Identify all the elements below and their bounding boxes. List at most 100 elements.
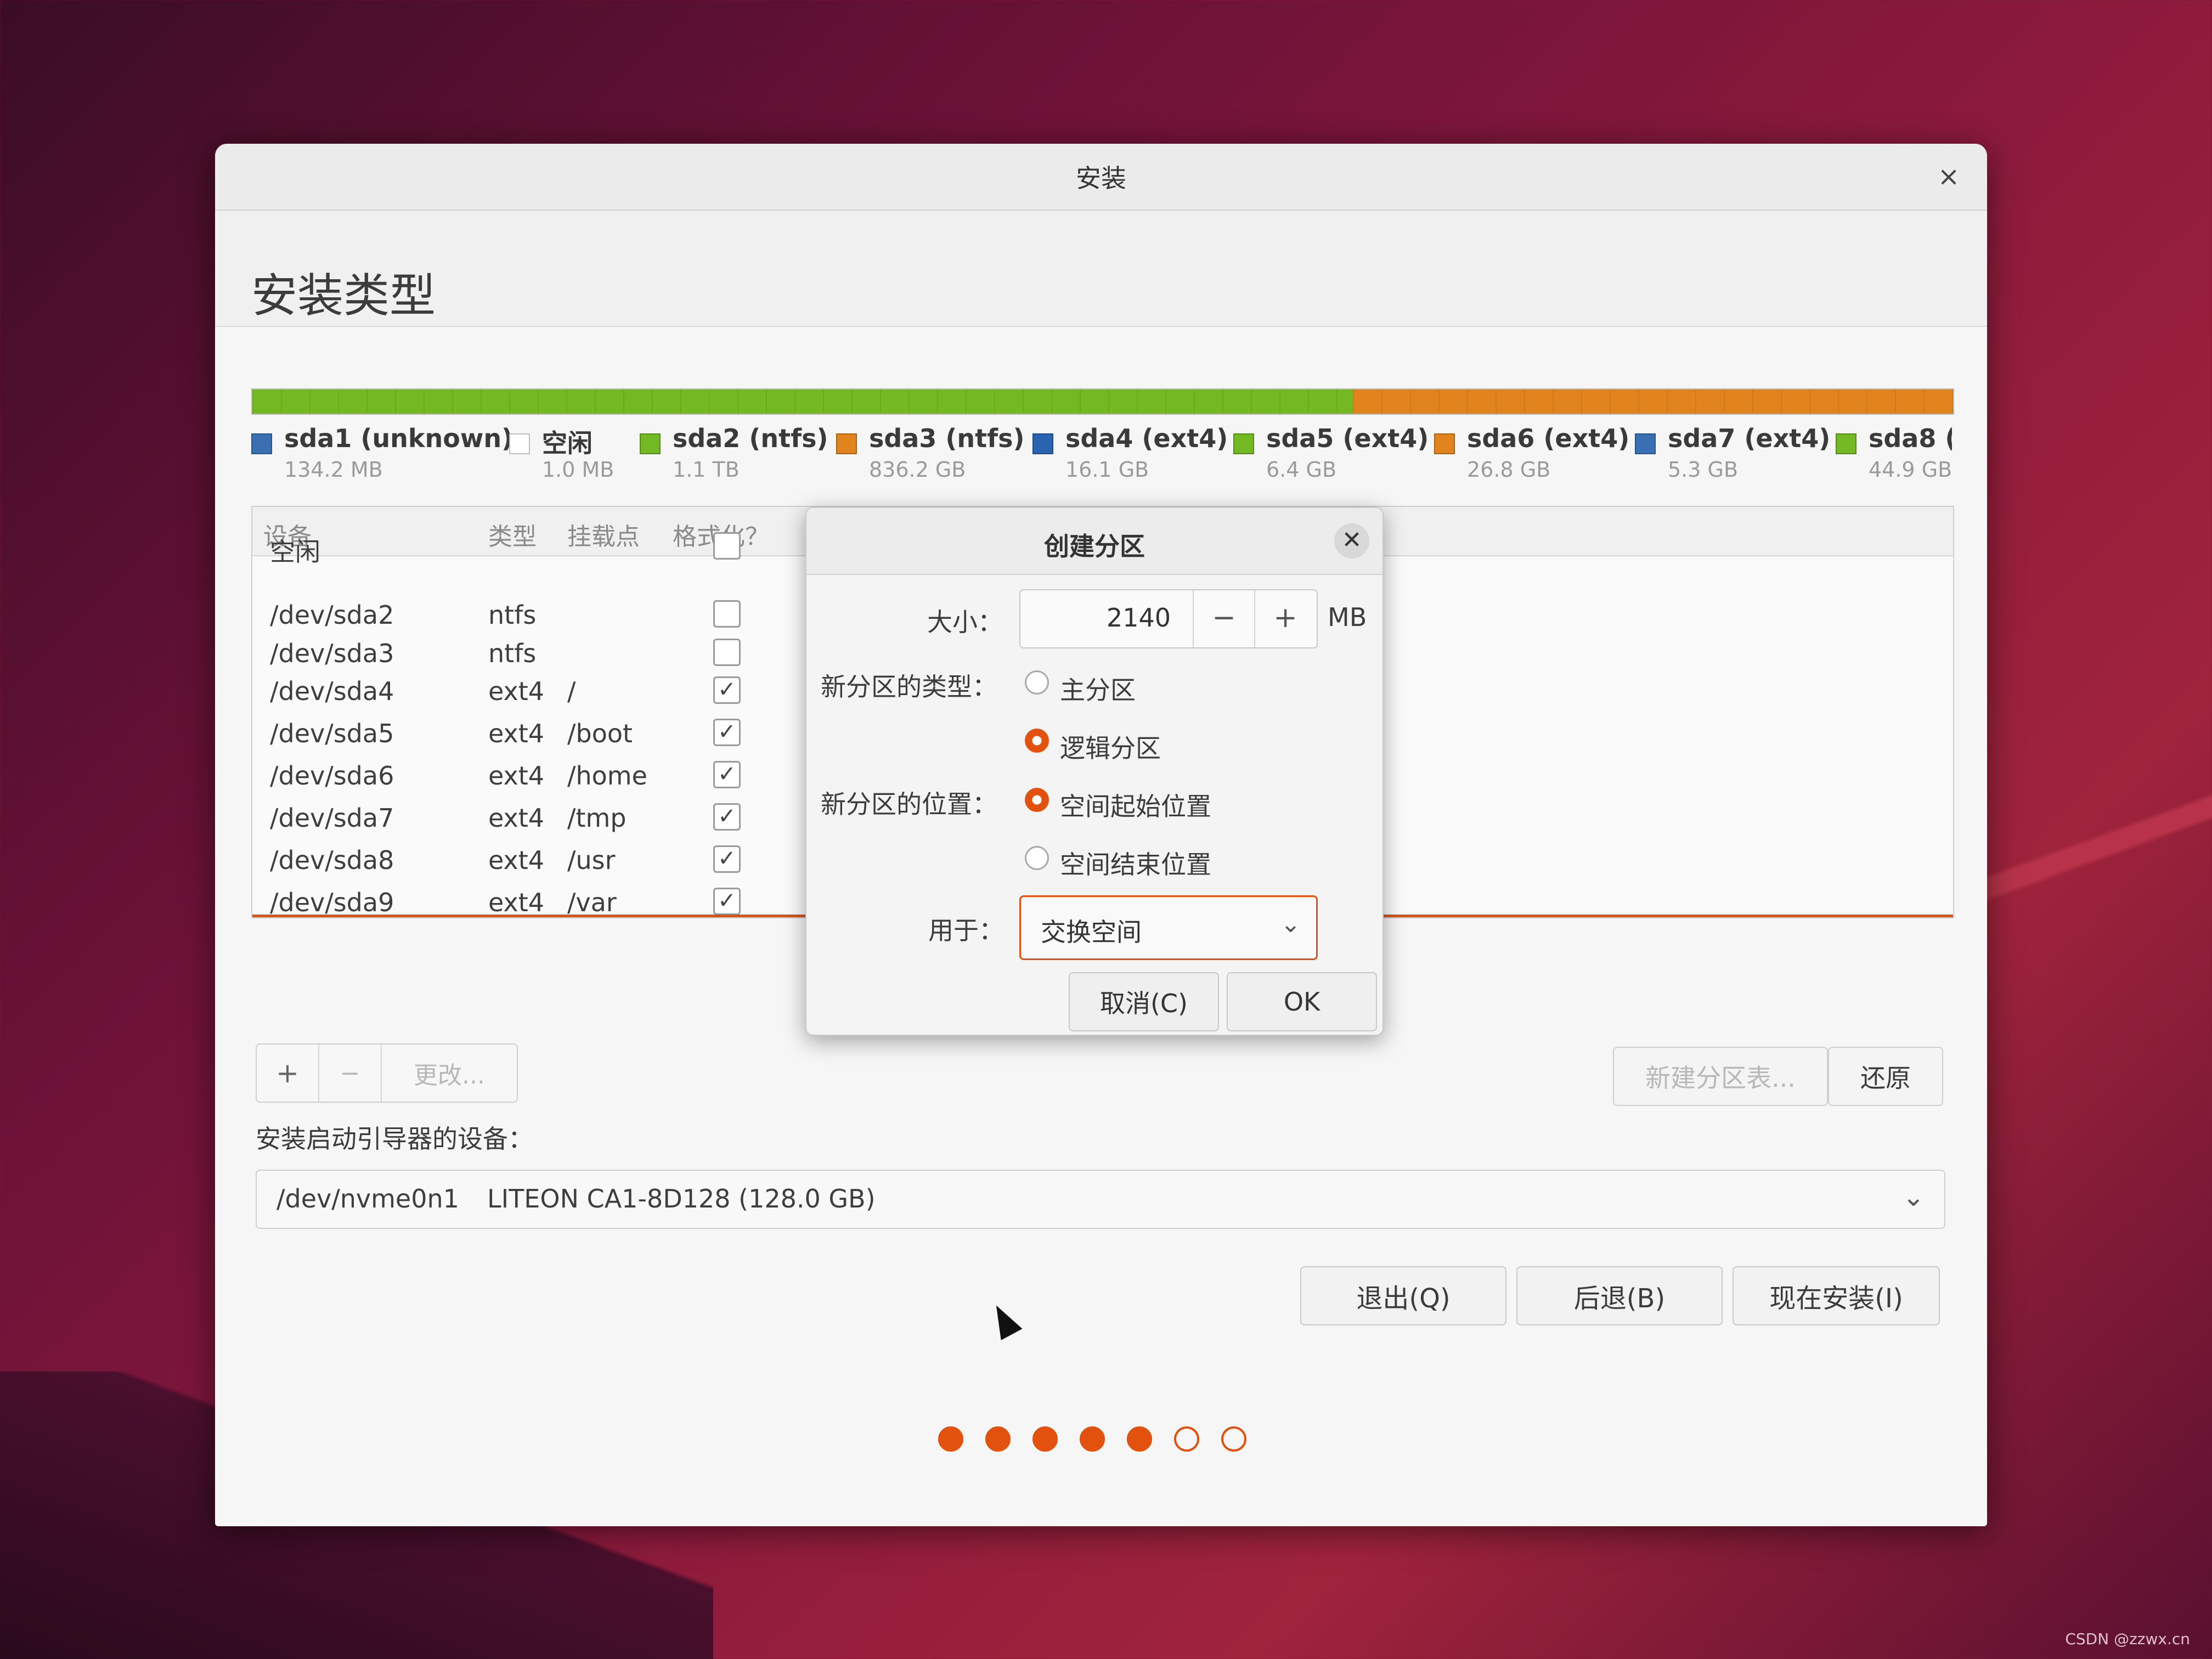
legend-size: 44.9 GB: [1869, 458, 1952, 482]
primary-option-label[interactable]: 主分区: [1060, 670, 1136, 707]
format-checkbox[interactable]: ✓: [713, 803, 741, 831]
format-checkbox[interactable]: ✓: [713, 888, 741, 916]
dialog-title-bar: 创建分区 ✕: [806, 508, 1383, 575]
size-label: 大小：: [927, 607, 1003, 637]
remove-partition-button[interactable]: −: [319, 1045, 382, 1102]
row-type: ext4: [488, 719, 545, 749]
legend-size: 6.4 GB: [1266, 458, 1337, 482]
legend-name: sda4 (ext4): [1065, 424, 1228, 453]
progress-dot: [1032, 1426, 1058, 1452]
legend-name: sda2 (ntfs): [673, 424, 828, 453]
row-mount: /: [567, 676, 576, 706]
legend-swatch: [1836, 433, 1857, 454]
progress-dot: [938, 1426, 963, 1452]
ok-button[interactable]: OK: [1227, 972, 1377, 1031]
format-checkbox[interactable]: ✓: [713, 845, 741, 873]
legend-name: sda7 (ext4): [1668, 424, 1831, 453]
row-type: ext4: [488, 761, 545, 791]
back-button[interactable]: 后退(B): [1516, 1266, 1723, 1325]
logical-option-label[interactable]: 逻辑分区: [1060, 729, 1161, 765]
partition-bar-segment: [1352, 390, 1953, 414]
row-type: ext4: [488, 888, 545, 918]
page-title: 安装类型: [251, 269, 436, 323]
row-mount: /boot: [567, 719, 633, 749]
progress-dot: [1221, 1426, 1246, 1452]
primary-radio[interactable]: [1025, 670, 1049, 695]
chevron-down-icon: ⌄: [1280, 910, 1301, 938]
location-end-radio[interactable]: [1025, 846, 1049, 870]
boot-device-model: LITEON CA1-8D128 (128.0 GB): [487, 1184, 876, 1214]
row-type: ext4: [488, 803, 545, 833]
legend-name: 空闲: [542, 428, 592, 458]
legend-name: sda5 (ext4): [1266, 424, 1429, 453]
legend-name: sda1 (unknown): [284, 424, 514, 453]
chevron-down-icon: ⌄: [1902, 1182, 1925, 1212]
row-device: /dev/sda4: [270, 676, 394, 706]
row-device: /dev/sda2: [270, 600, 394, 630]
legend-size: 1.1 TB: [673, 458, 740, 482]
size-decrease-button[interactable]: −: [1194, 590, 1255, 647]
legend-swatch: [1032, 433, 1053, 454]
partition-location-label: 新分区的位置：: [821, 789, 997, 819]
progress-dot: [985, 1426, 1011, 1452]
format-checkbox[interactable]: [713, 600, 741, 628]
quit-button[interactable]: 退出(Q): [1300, 1266, 1506, 1325]
legend-name: sda6 (ext4): [1467, 424, 1630, 453]
use-as-value: 交换空间: [1041, 917, 1142, 947]
install-now-button[interactable]: 现在安装(I): [1733, 1266, 1940, 1325]
change-partition-button[interactable]: 更改...: [382, 1045, 517, 1102]
row-device: /dev/sda5: [270, 719, 394, 749]
row-device: /dev/sda3: [270, 639, 394, 669]
header-area: [215, 211, 1987, 327]
legend-swatch: [1635, 433, 1656, 454]
format-checkbox[interactable]: ✓: [713, 719, 741, 747]
legend-name: sda8 (e: [1869, 424, 1952, 453]
row-mount: /home: [567, 761, 647, 791]
use-as-label: 用于：: [928, 916, 1004, 945]
progress-dot: [1080, 1426, 1105, 1452]
partition-bar-segment: [252, 390, 1353, 414]
legend-swatch: [640, 433, 661, 454]
progress-dot: [1174, 1426, 1199, 1452]
format-checkbox[interactable]: [713, 532, 741, 560]
boot-device-select[interactable]: /dev/nvme0n1 LITEON CA1-8D128 (128.0 GB)…: [256, 1170, 1945, 1229]
boot-device-path: /dev/nvme0n1: [276, 1184, 459, 1214]
cancel-button[interactable]: 取消(C): [1069, 972, 1219, 1031]
close-icon[interactable]: ×: [1932, 160, 1965, 193]
format-checkbox[interactable]: ✓: [713, 761, 741, 789]
row-device: /dev/sda9: [270, 888, 394, 918]
legend-swatch: [1434, 433, 1455, 454]
legend-swatch: [1233, 433, 1254, 454]
dialog-close-icon[interactable]: ✕: [1334, 523, 1369, 558]
progress-dot: [1127, 1426, 1152, 1452]
add-partition-button[interactable]: +: [257, 1045, 319, 1102]
window-title: 安装: [1076, 163, 1126, 193]
location-start-radio[interactable]: [1025, 788, 1049, 812]
partition-toolbar: + − 更改...: [256, 1043, 518, 1103]
format-checkbox[interactable]: [713, 639, 741, 667]
row-mount: /tmp: [567, 803, 627, 833]
size-increase-button[interactable]: +: [1255, 590, 1316, 647]
legend-swatch: [251, 433, 272, 454]
row-mount: /usr: [567, 845, 616, 876]
legend-swatch: [836, 433, 857, 454]
row-device: 空闲: [270, 537, 320, 567]
legend-size: 5.3 GB: [1668, 458, 1739, 482]
new-partition-table-button[interactable]: 新建分区表...: [1613, 1047, 1828, 1106]
row-mount: /var: [567, 888, 617, 918]
partition-legend: sda1 (unknown) 134.2 MB 空闲 1.0 MB sda2 (ntfs…: [251, 424, 1952, 489]
row-device: /dev/sda7: [270, 803, 394, 833]
use-as-select[interactable]: 交换空间 ⌄: [1019, 895, 1318, 960]
title-bar: 安装 ×: [215, 144, 1987, 211]
legend-swatch: [509, 433, 530, 454]
logical-radio[interactable]: [1025, 729, 1049, 753]
legend-size: 26.8 GB: [1467, 458, 1551, 482]
revert-button[interactable]: 还原: [1828, 1047, 1943, 1106]
row-type: ntfs: [488, 639, 537, 669]
location-end-label[interactable]: 空间结束位置: [1060, 845, 1211, 881]
size-input[interactable]: 2140: [1020, 590, 1194, 647]
progress-dots: [938, 1426, 1246, 1459]
location-start-label[interactable]: 空间起始位置: [1060, 787, 1211, 823]
boot-loader-label: 安装启动引导器的设备：: [256, 1124, 533, 1154]
format-checkbox[interactable]: ✓: [713, 676, 741, 704]
